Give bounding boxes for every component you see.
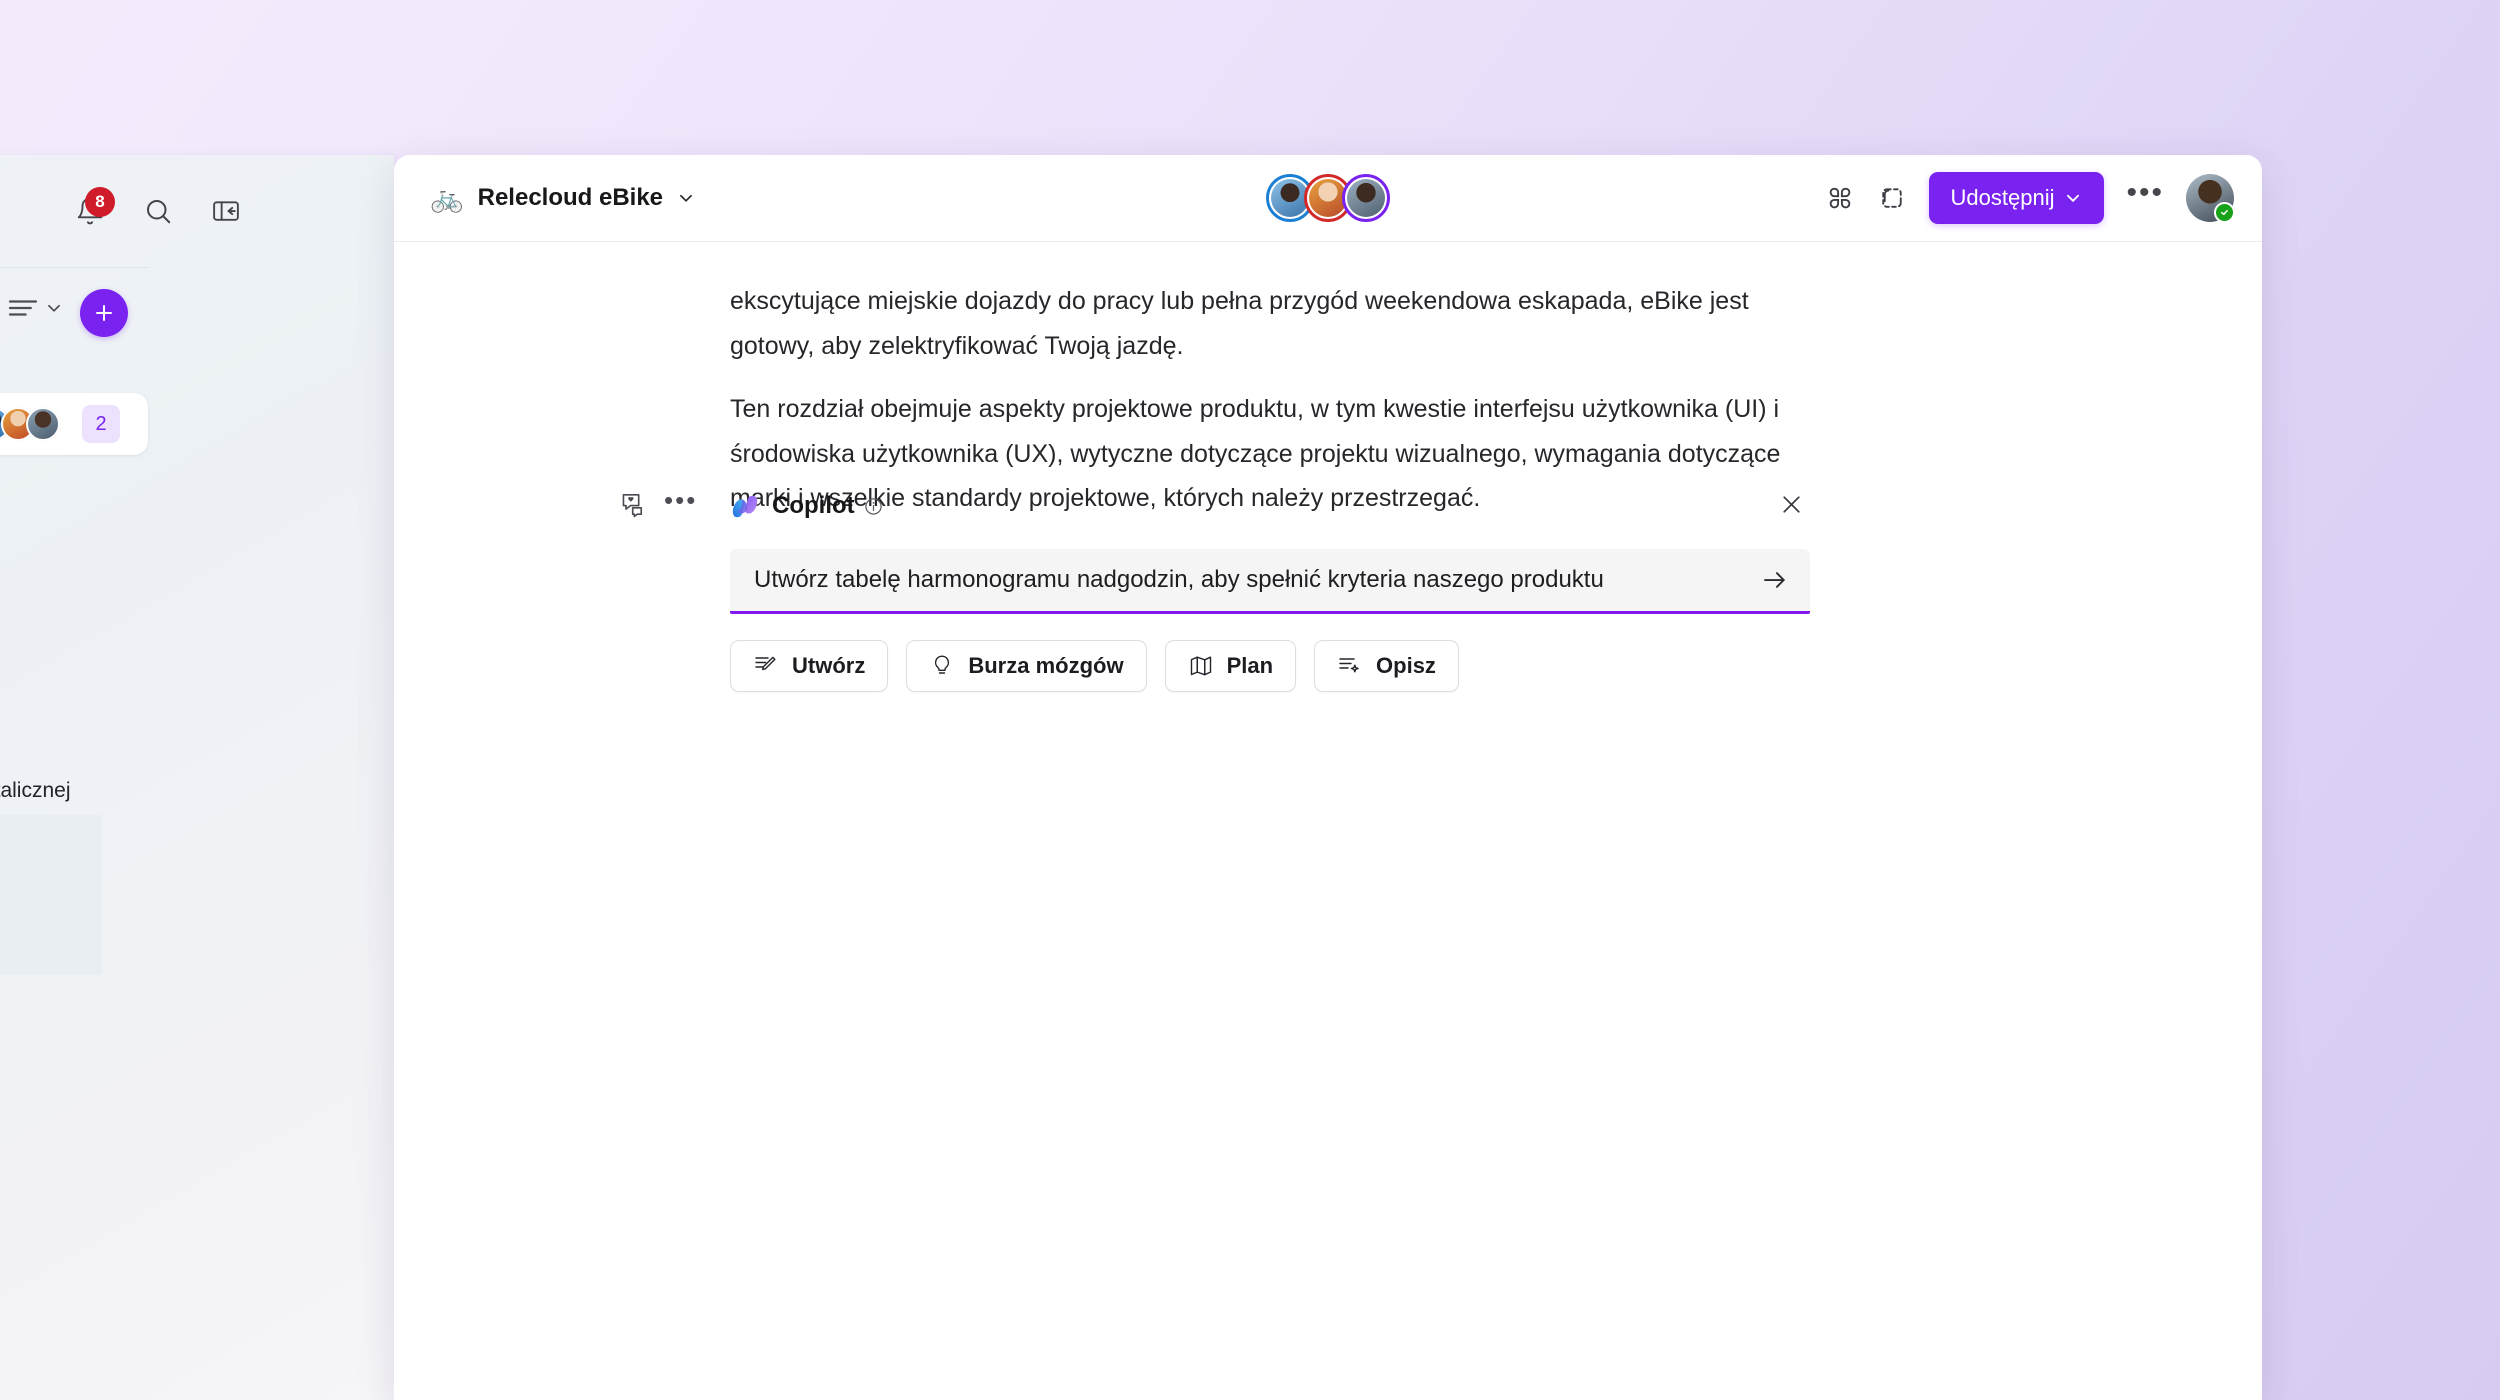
copilot-side-actions: ••• <box>620 487 697 523</box>
sidebar-list: zne Relecloud 2 pecyfikacje Szczegóły pr… <box>0 391 148 975</box>
sidebar-item-label: Lokalizacje sprzedaży detalicznej <box>0 779 71 802</box>
sidebar-item-retail-locations[interactable]: Lokalizacje sprzedaży detalicznej <box>0 763 148 819</box>
collapse-panel-icon[interactable] <box>204 189 248 233</box>
more-options-button[interactable]: ••• <box>2126 178 2164 218</box>
notification-count-badge: 8 <box>85 187 115 217</box>
sidebar-item-production-details[interactable]: Szczegóły produkcji <box>0 541 148 597</box>
sidebar-item-specifications[interactable]: pecyfikacje <box>0 471 148 527</box>
lightbulb-icon <box>929 653 955 679</box>
filter-list-icon[interactable] <box>6 295 63 321</box>
document-toolbar: 🚲 Relecloud eBike Udostępnij ••• <box>394 155 2262 242</box>
sidebar-item-seattle[interactable]: 🌈 Seattle <box>0 867 102 923</box>
share-button[interactable]: Udostępnij <box>1928 172 2105 224</box>
shell-toolbar: 8 <box>0 155 394 267</box>
sidebar-item-badge: 2 <box>82 405 120 443</box>
bicycle-emoji-icon: 🚲 <box>430 182 464 213</box>
send-prompt-button[interactable] <box>1740 565 1810 595</box>
screen: 8 ważone <box>0 0 2500 1400</box>
search-icon[interactable] <box>136 189 180 233</box>
describe-sparkle-icon <box>1337 653 1363 679</box>
add-button[interactable] <box>80 289 128 337</box>
document-title-menu[interactable]: 🚲 Relecloud eBike <box>430 184 695 212</box>
chip-plan[interactable]: Plan <box>1164 640 1297 692</box>
status-badge <box>2214 202 2235 223</box>
comment-heart-icon[interactable] <box>620 490 650 520</box>
share-button-label: Udostępnij <box>1950 185 2055 210</box>
sidebar-item-boston[interactable]: ♻️ Boston <box>0 919 102 975</box>
chip-create[interactable]: Utwórz <box>730 640 889 692</box>
app-shell-sidebar: 8 ważone <box>0 155 394 1400</box>
chevron-down-icon <box>2064 189 2082 207</box>
document-window: 🚲 Relecloud eBike Udostępnij ••• ekscytu… <box>394 155 2262 1400</box>
copilot-panel: ••• Copilot Utwórz tabelę harmonogramu n… <box>622 485 1810 692</box>
copilot-suggestion-chips: Utwórz Burza mózgów Plan Opisz <box>730 640 1810 692</box>
info-circle-icon[interactable] <box>864 497 883 516</box>
notifications-bell-icon[interactable]: 8 <box>68 187 115 233</box>
chip-label: Utwórz <box>792 653 866 678</box>
sidebar-item-vancouver[interactable]: 😳 Vancouver <box>0 815 102 871</box>
chevron-down-icon[interactable] <box>677 189 695 207</box>
avatar <box>26 407 60 441</box>
copilot-input-row[interactable] <box>730 549 1810 614</box>
duplicate-icon[interactable] <box>1877 183 1907 213</box>
page-title: Relecloud eBike <box>477 184 664 211</box>
toolbar-actions: Udostępnij ••• <box>1825 172 2235 224</box>
draft-pencil-icon <box>753 653 779 679</box>
chip-label: Burza mózgów <box>968 653 1124 678</box>
more-horizontal-icon[interactable]: ••• <box>664 487 697 523</box>
avatar[interactable] <box>2186 174 2235 223</box>
map-icon <box>1188 653 1214 679</box>
copilot-prompt-input[interactable] <box>752 565 1740 595</box>
chip-brainstorm[interactable]: Burza mózgów <box>906 640 1147 692</box>
chip-label: Opisz <box>1376 653 1436 678</box>
copilot-header: ••• Copilot <box>622 485 1810 527</box>
sidebar-item-relecloud[interactable]: zne Relecloud 2 <box>0 393 148 455</box>
sidebar-item-avatars <box>0 407 60 441</box>
sidebar-header: ważone u roboczego <box>0 267 148 387</box>
copilot-label: Copilot <box>772 492 855 519</box>
paragraph: ekscytujące miejskie dojazdy do pracy lu… <box>730 287 1749 360</box>
chip-describe[interactable]: Opisz <box>1314 640 1459 692</box>
close-icon[interactable] <box>1772 485 1810 523</box>
app-grid-icon[interactable] <box>1825 183 1855 213</box>
chip-label: Plan <box>1226 653 1274 678</box>
avatar[interactable] <box>1342 174 1390 222</box>
collaborator-avatars <box>1266 174 1390 222</box>
copilot-logo-icon <box>730 491 760 521</box>
